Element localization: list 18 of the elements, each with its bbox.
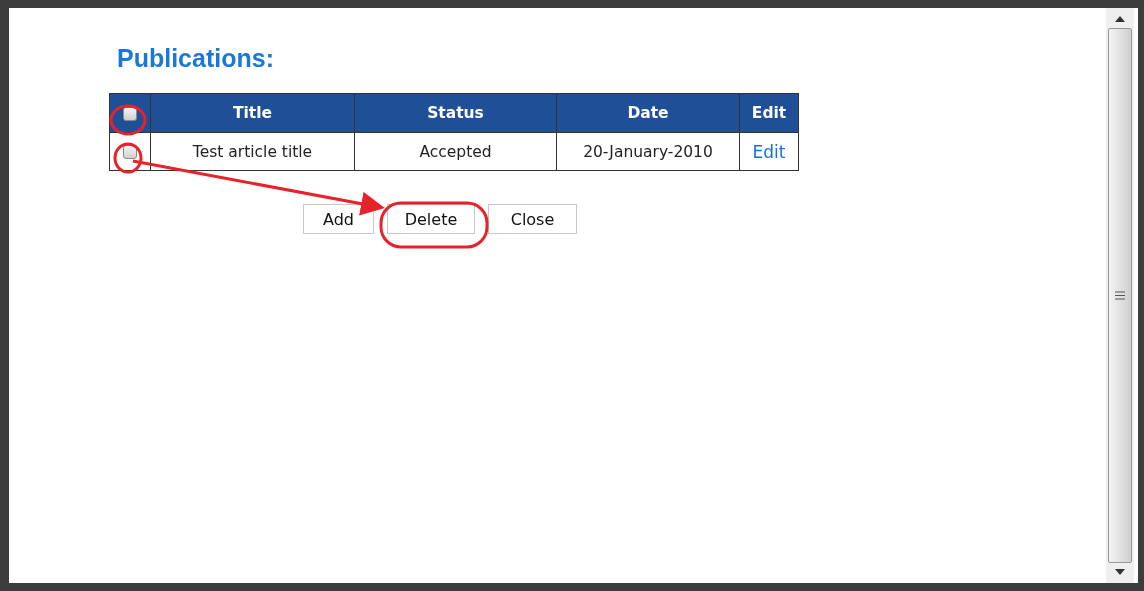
- table-cell: Accepted: [419, 142, 492, 161]
- action-button[interactable]: Close: [488, 204, 577, 234]
- highlight-ring: [109, 104, 147, 136]
- table-cell: Test article title: [192, 142, 313, 161]
- grip-icon: [1115, 291, 1125, 300]
- action-button[interactable]: Add: [303, 204, 374, 234]
- page-heading: Publications:: [117, 44, 275, 73]
- column-header: Status: [427, 104, 484, 122]
- scrollbar[interactable]: [1106, 8, 1134, 583]
- highlight-ring: [113, 142, 143, 174]
- column-header: Date: [627, 104, 669, 122]
- scroll-thumb[interactable]: [1108, 28, 1132, 563]
- table-cell: 20-January-2010: [583, 142, 713, 161]
- scroll-up-icon[interactable]: [1115, 16, 1125, 22]
- column-header: Title: [232, 104, 273, 122]
- column-header: Edit: [751, 104, 787, 122]
- scroll-down-icon[interactable]: [1115, 569, 1125, 575]
- action-button[interactable]: Delete: [387, 204, 475, 234]
